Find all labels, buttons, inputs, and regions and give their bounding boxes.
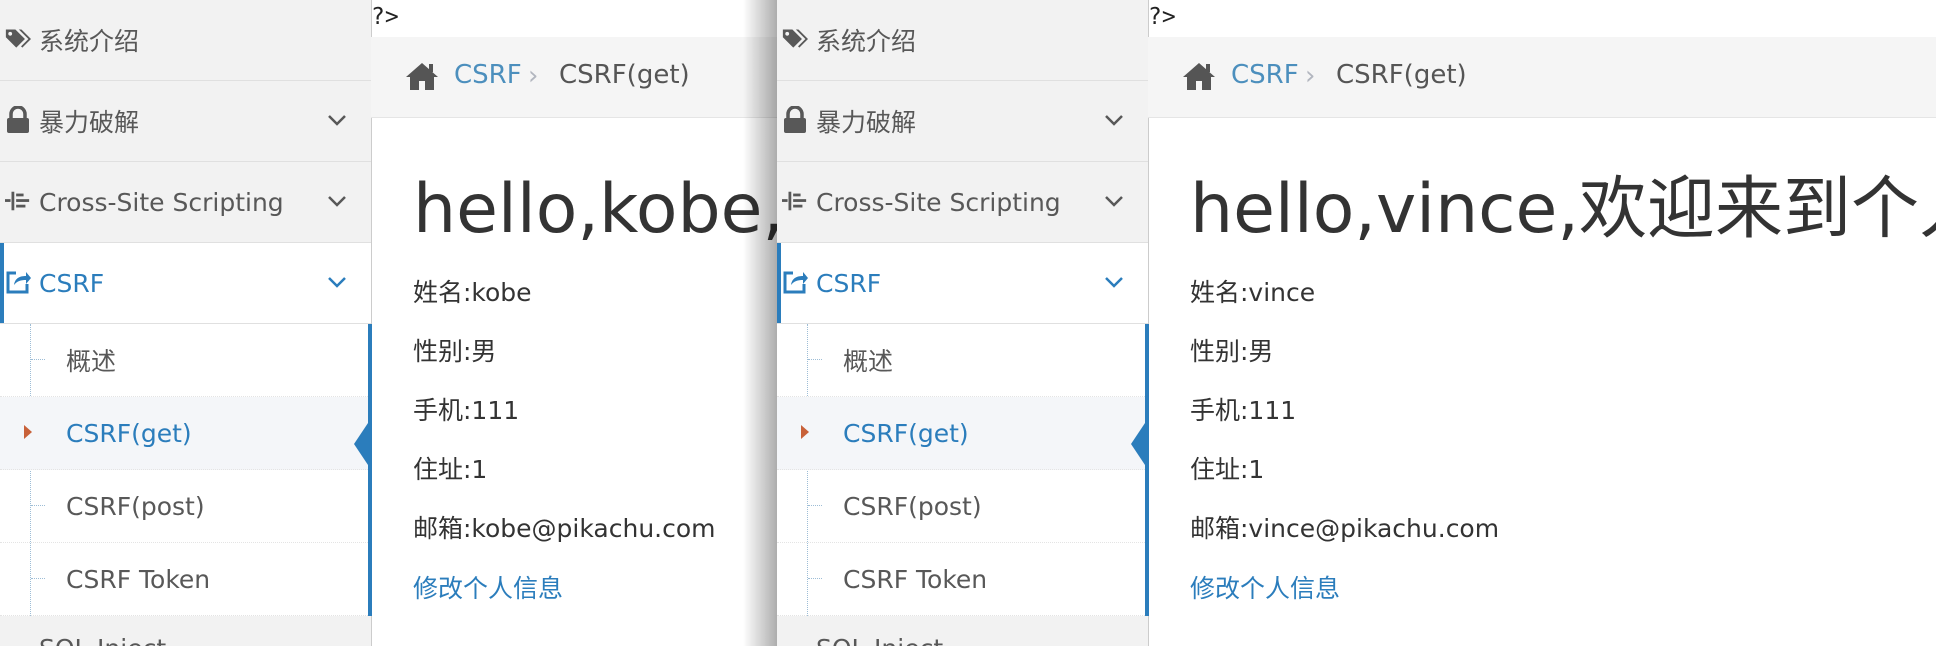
profile-address: 住址:1 xyxy=(1190,455,1265,484)
submenu-item-overview[interactable]: 概述 xyxy=(777,324,1145,397)
chevron-down-icon xyxy=(1105,277,1123,288)
chevron-down-icon xyxy=(1105,115,1123,126)
sidebar-item-label: 暴力破解 xyxy=(816,108,917,137)
tags-icon xyxy=(5,24,31,54)
profile-name: 姓名:vince xyxy=(1190,278,1316,307)
home-icon[interactable] xyxy=(1182,61,1216,91)
chevron-down-icon xyxy=(328,196,346,207)
sidebar-item-system-intro[interactable]: 系统介绍 xyxy=(0,0,371,81)
align-left-icon xyxy=(782,186,808,216)
submenu-item-csrf-token[interactable]: CSRF Token xyxy=(777,543,1145,616)
sidebar: 系统介绍 暴力破解 Cross-Site Scripting CSRF 概述 C… xyxy=(777,0,1149,646)
sidebar-item-system-intro[interactable]: 系统介绍 xyxy=(777,0,1148,81)
sidebar-item-brute-force[interactable]: 暴力破解 xyxy=(0,81,371,162)
sidebar-item-csrf[interactable]: CSRF xyxy=(0,243,371,324)
sidebar-item-brute-force[interactable]: 暴力破解 xyxy=(777,81,1148,162)
caret-right-icon xyxy=(24,425,32,439)
active-pointer-icon xyxy=(354,417,372,471)
profile-email: 邮箱:vince@pikachu.com xyxy=(1190,514,1500,543)
submenu-item-label: CSRF(post) xyxy=(66,491,205,521)
sidebar-item-label: SQL-Inject xyxy=(816,634,943,646)
sidebar-item-label: Cross-Site Scripting xyxy=(39,187,284,217)
sidebar-item-sql-inject[interactable]: SQL-Inject xyxy=(777,630,1148,646)
sidebar-item-sql-inject[interactable]: SQL-Inject xyxy=(0,630,371,646)
sidebar-item-label: 系统介绍 xyxy=(816,27,917,56)
breadcrumb-separator-icon: › xyxy=(528,61,539,91)
submenu-item-label: CSRF(get) xyxy=(843,418,969,448)
submenu-item-csrf-post[interactable]: CSRF(post) xyxy=(0,470,368,543)
sidebar-item-label: 系统介绍 xyxy=(39,27,140,56)
profile-gender: 性别:男 xyxy=(413,337,497,366)
edit-profile-link[interactable]: 修改个人信息 xyxy=(1190,569,1936,605)
align-left-icon xyxy=(5,186,31,216)
submenu-item-csrf-get[interactable]: CSRF(get) xyxy=(777,397,1149,471)
breadcrumb-separator-icon: › xyxy=(1305,61,1316,91)
active-pointer-icon xyxy=(1131,417,1149,471)
profile-name: 姓名:kobe xyxy=(413,278,532,307)
profile-gender: 性别:男 xyxy=(1190,337,1274,366)
home-icon[interactable] xyxy=(405,61,439,91)
member-center-content: hello,kobe,欢迎来到个人会员中心 姓名:kobe 性别:男 手机:11… xyxy=(413,168,777,605)
sidebar-item-label: CSRF xyxy=(816,268,882,298)
submenu-item-label: 概述 xyxy=(843,347,894,376)
profile-email: 邮箱:kobe@pikachu.com xyxy=(413,514,716,543)
caret-right-icon xyxy=(801,425,809,439)
breadcrumb-link-csrf[interactable]: CSRF xyxy=(454,60,522,90)
browser-window-kobe: 系统介绍 暴力破解 Cross-Site Scripting CSRF 概述 C… xyxy=(0,0,777,646)
submenu-item-label: CSRF Token xyxy=(66,564,211,594)
share-square-icon xyxy=(782,267,808,297)
sidebar-item-xss[interactable]: Cross-Site Scripting xyxy=(0,162,371,243)
tags-icon xyxy=(782,24,808,54)
sidebar-item-csrf[interactable]: CSRF xyxy=(777,243,1148,324)
sidebar-item-label: CSRF xyxy=(39,268,105,298)
profile-address: 住址:1 xyxy=(413,455,488,484)
breadcrumb: CSRF › CSRF(get) xyxy=(1148,37,1936,118)
submenu-item-label: CSRF(post) xyxy=(843,491,982,521)
php-closing-tag-text: ?> xyxy=(1148,4,1176,30)
chevron-down-icon xyxy=(328,277,346,288)
sidebar-item-xss[interactable]: Cross-Site Scripting xyxy=(777,162,1148,243)
sidebar-item-label: 暴力破解 xyxy=(39,108,140,137)
edit-profile-link[interactable]: 修改个人信息 xyxy=(413,569,777,605)
submenu-item-overview[interactable]: 概述 xyxy=(0,324,368,397)
member-center-content: hello,vince,欢迎来到个人会员中心 姓名:vince 性别:男 手机:… xyxy=(1190,168,1936,605)
welcome-heading: hello,kobe,欢迎来到个人会员中心 xyxy=(413,170,777,249)
csrf-submenu: 概述 CSRF(get) CSRF(post) CSRF Token xyxy=(777,324,1149,616)
profile-phone: 手机:111 xyxy=(1190,396,1297,425)
profile-phone: 手机:111 xyxy=(413,396,520,425)
lock-icon xyxy=(782,105,808,135)
chevron-down-icon xyxy=(1105,196,1123,207)
welcome-heading: hello,vince,欢迎来到个人会员中心 xyxy=(1190,170,1936,249)
sidebar-item-label: SQL-Inject xyxy=(39,634,166,646)
chevron-down-icon xyxy=(328,115,346,126)
php-closing-tag-text: ?> xyxy=(371,4,399,30)
breadcrumb: CSRF › CSRF(get) xyxy=(371,37,777,118)
breadcrumb-link-csrf[interactable]: CSRF xyxy=(1231,60,1299,90)
submenu-item-csrf-post[interactable]: CSRF(post) xyxy=(777,470,1145,543)
sidebar: 系统介绍 暴力破解 Cross-Site Scripting CSRF 概述 C… xyxy=(0,0,372,646)
breadcrumb-current: CSRF(get) xyxy=(559,60,690,90)
browser-window-vince: 系统介绍 暴力破解 Cross-Site Scripting CSRF 概述 C… xyxy=(777,0,1936,646)
csrf-submenu: 概述 CSRF(get) CSRF(post) CSRF Token xyxy=(0,324,372,616)
lock-icon xyxy=(5,105,31,135)
submenu-item-csrf-token[interactable]: CSRF Token xyxy=(0,543,368,616)
share-square-icon xyxy=(5,267,31,297)
breadcrumb-current: CSRF(get) xyxy=(1336,60,1467,90)
submenu-item-csrf-get[interactable]: CSRF(get) xyxy=(0,397,372,471)
sidebar-item-label: Cross-Site Scripting xyxy=(816,187,1061,217)
submenu-item-label: 概述 xyxy=(66,347,117,376)
submenu-item-label: CSRF(get) xyxy=(66,418,192,448)
submenu-item-label: CSRF Token xyxy=(843,564,988,594)
